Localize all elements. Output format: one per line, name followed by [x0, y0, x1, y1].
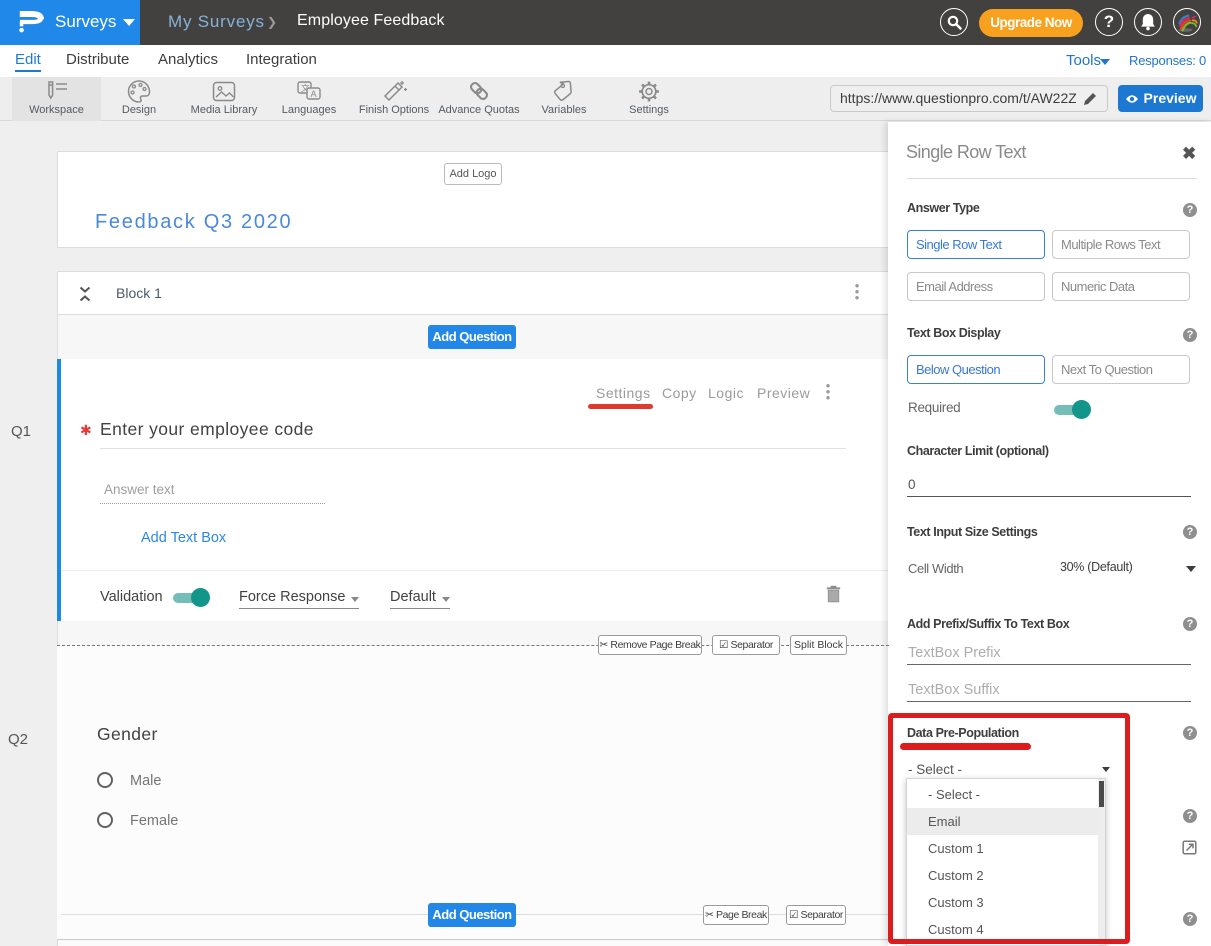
- svg-text:A: A: [311, 89, 317, 99]
